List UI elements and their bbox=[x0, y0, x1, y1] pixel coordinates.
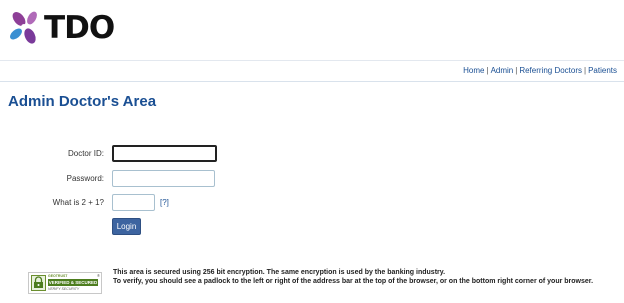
nav-patients-link[interactable]: Patients bbox=[588, 66, 617, 75]
header: TDO bbox=[0, 0, 624, 58]
badge-verified-label: VERIFIED & SECURED bbox=[48, 279, 98, 286]
security-badge[interactable]: GEOTRUST VERIFIED & SECURED VERIFY SECUR… bbox=[28, 272, 102, 294]
captcha-help-link[interactable]: [?] bbox=[160, 197, 169, 209]
password-input[interactable] bbox=[112, 170, 215, 187]
doctor-id-row: Doctor ID: bbox=[0, 145, 624, 163]
badge-subtitle: VERIFY SECURITY bbox=[48, 287, 80, 291]
password-row: Password: bbox=[0, 170, 624, 188]
doctor-id-input[interactable] bbox=[112, 145, 217, 162]
tdo-logo[interactable]: TDO bbox=[8, 8, 128, 48]
captcha-input[interactable] bbox=[112, 194, 155, 211]
nav-home-link[interactable]: Home bbox=[463, 66, 484, 75]
flower-logo-icon bbox=[10, 11, 37, 44]
captcha-row: What is 2 + 1? [?] bbox=[0, 194, 624, 212]
captcha-label: What is 2 + 1? bbox=[52, 198, 104, 207]
nav-admin-link[interactable]: Admin bbox=[491, 66, 514, 75]
top-nav: Home | Admin | Referring Doctors | Patients bbox=[0, 60, 624, 82]
nav-links: Home | Admin | Referring Doctors | Patients bbox=[463, 65, 617, 77]
security-notice: This area is secured using 256 bit encry… bbox=[113, 268, 618, 286]
doctor-id-label: Doctor ID: bbox=[67, 149, 104, 158]
logo-text: TDO bbox=[44, 10, 115, 46]
security-notice-line-2: To verify, you should see a padlock to t… bbox=[113, 278, 594, 285]
login-button[interactable]: Login bbox=[112, 218, 141, 235]
lock-icon bbox=[31, 275, 46, 291]
security-notice-line-1: This area is secured using 256 bit encry… bbox=[113, 269, 446, 276]
page: TDO Home | Admin | Referring Doctors | Patient… bbox=[0, 0, 624, 303]
badge-brand: GEOTRUST bbox=[48, 274, 68, 278]
badge-registered-mark: ® bbox=[97, 273, 100, 278]
nav-referring-doctors-link[interactable]: Referring Doctors bbox=[519, 66, 582, 75]
page-title: Admin Doctor's Area bbox=[8, 93, 157, 110]
password-label: Password: bbox=[66, 174, 104, 183]
